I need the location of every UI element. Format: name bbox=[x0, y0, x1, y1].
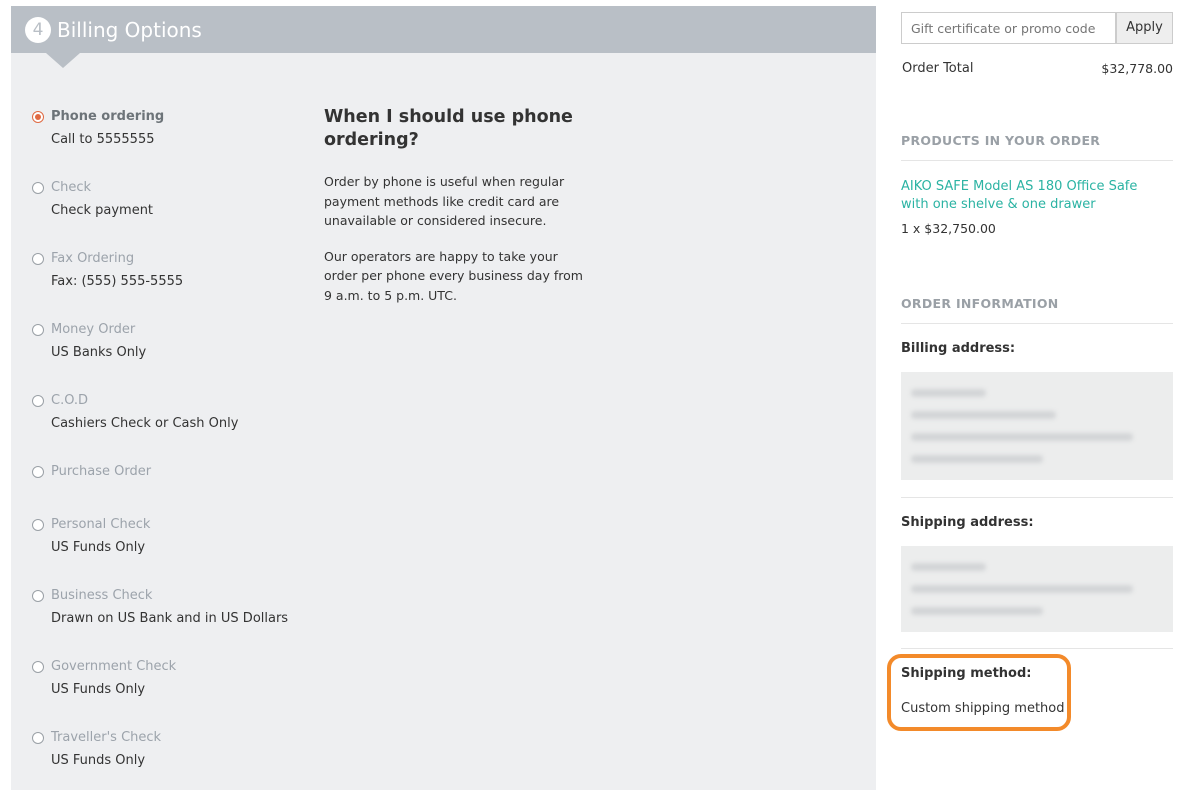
payment-method-name[interactable]: Phone ordering bbox=[51, 107, 164, 127]
divider bbox=[901, 323, 1173, 324]
payment-method-name[interactable]: Traveller's Check bbox=[51, 728, 161, 748]
radio-button[interactable] bbox=[32, 519, 44, 531]
payment-info-paragraph: Order by phone is useful when regular pa… bbox=[324, 174, 565, 228]
payment-method-desc: Fax: (555) 555-5555 bbox=[51, 274, 184, 289]
redacted-text bbox=[911, 563, 986, 571]
payment-method-name[interactable]: Fax Ordering bbox=[51, 249, 134, 269]
payment-method-desc: US Funds Only bbox=[51, 540, 146, 555]
payment-method-name[interactable]: Government Check bbox=[51, 657, 176, 677]
redacted-text bbox=[911, 411, 1056, 419]
order-info-section-title: ORDER INFORMATION bbox=[901, 296, 1059, 311]
order-total-label: Order Total bbox=[902, 61, 974, 76]
payment-info-title: When I should use phone ordering? bbox=[324, 107, 573, 150]
products-section-title: PRODUCTS IN YOUR ORDER bbox=[901, 133, 1101, 148]
product-link[interactable]: AIKO SAFE Model AS 180 Office Safe with … bbox=[901, 178, 1141, 214]
shipping-address-label: Shipping address: bbox=[901, 515, 1034, 530]
radio-button[interactable] bbox=[32, 395, 44, 407]
payment-method-desc: US Funds Only bbox=[51, 753, 146, 768]
radio-button[interactable] bbox=[32, 324, 44, 336]
radio-button[interactable] bbox=[32, 253, 44, 265]
product-quantity-price: 1 x $32,750.00 bbox=[901, 221, 996, 236]
order-total-value: $32,778.00 bbox=[1101, 61, 1173, 76]
redacted-text bbox=[911, 455, 1043, 463]
payment-method-desc: US Funds Only bbox=[51, 682, 146, 697]
radio-button[interactable] bbox=[32, 182, 44, 194]
payment-method-name[interactable]: Business Check bbox=[51, 586, 152, 606]
highlight-annotation bbox=[887, 654, 1071, 731]
step-header: 4 Billing Options bbox=[11, 6, 876, 53]
shipping-address-box bbox=[901, 546, 1173, 632]
billing-address-label: Billing address: bbox=[901, 341, 1016, 356]
radio-button[interactable] bbox=[32, 466, 44, 478]
redacted-text bbox=[911, 389, 986, 397]
radio-button-checked[interactable] bbox=[32, 111, 44, 123]
promo-code-input[interactable] bbox=[901, 12, 1116, 44]
redacted-text bbox=[911, 607, 1043, 615]
radio-button[interactable] bbox=[32, 590, 44, 602]
divider bbox=[901, 648, 1173, 649]
billing-options-panel: 4 Billing Options Phone ordering Call to… bbox=[11, 6, 876, 790]
payment-method-desc: Call to 5555555 bbox=[51, 132, 155, 147]
payment-info-paragraph: Our operators are happy to take your ord… bbox=[324, 248, 583, 303]
payment-method-desc: Check payment bbox=[51, 203, 154, 218]
payment-method-desc: US Banks Only bbox=[51, 345, 147, 360]
payment-method-desc: Drawn on US Bank and in US Dollars bbox=[51, 611, 289, 626]
payment-info-box: When I should use phone ordering? Order … bbox=[324, 106, 584, 305]
radio-button[interactable] bbox=[32, 732, 44, 744]
step-number-badge: 4 bbox=[25, 17, 51, 43]
divider bbox=[901, 497, 1173, 498]
payment-method-name[interactable]: Money Order bbox=[51, 320, 135, 340]
radio-button[interactable] bbox=[32, 661, 44, 673]
billing-address-box bbox=[901, 372, 1173, 480]
payment-method-name[interactable]: Personal Check bbox=[51, 515, 150, 535]
payment-method-name[interactable]: Purchase Order bbox=[51, 462, 151, 482]
apply-promo-button[interactable]: Apply bbox=[1116, 12, 1173, 44]
payment-method-name[interactable]: C.O.D bbox=[51, 391, 88, 411]
payment-method-name[interactable]: Check bbox=[51, 178, 91, 198]
redacted-text bbox=[911, 585, 1133, 593]
payment-method-desc: Cashiers Check or Cash Only bbox=[51, 416, 239, 431]
step-header-arrow bbox=[46, 53, 80, 68]
step-title: Billing Options bbox=[57, 18, 202, 42]
divider bbox=[901, 160, 1173, 161]
redacted-text bbox=[911, 433, 1133, 441]
